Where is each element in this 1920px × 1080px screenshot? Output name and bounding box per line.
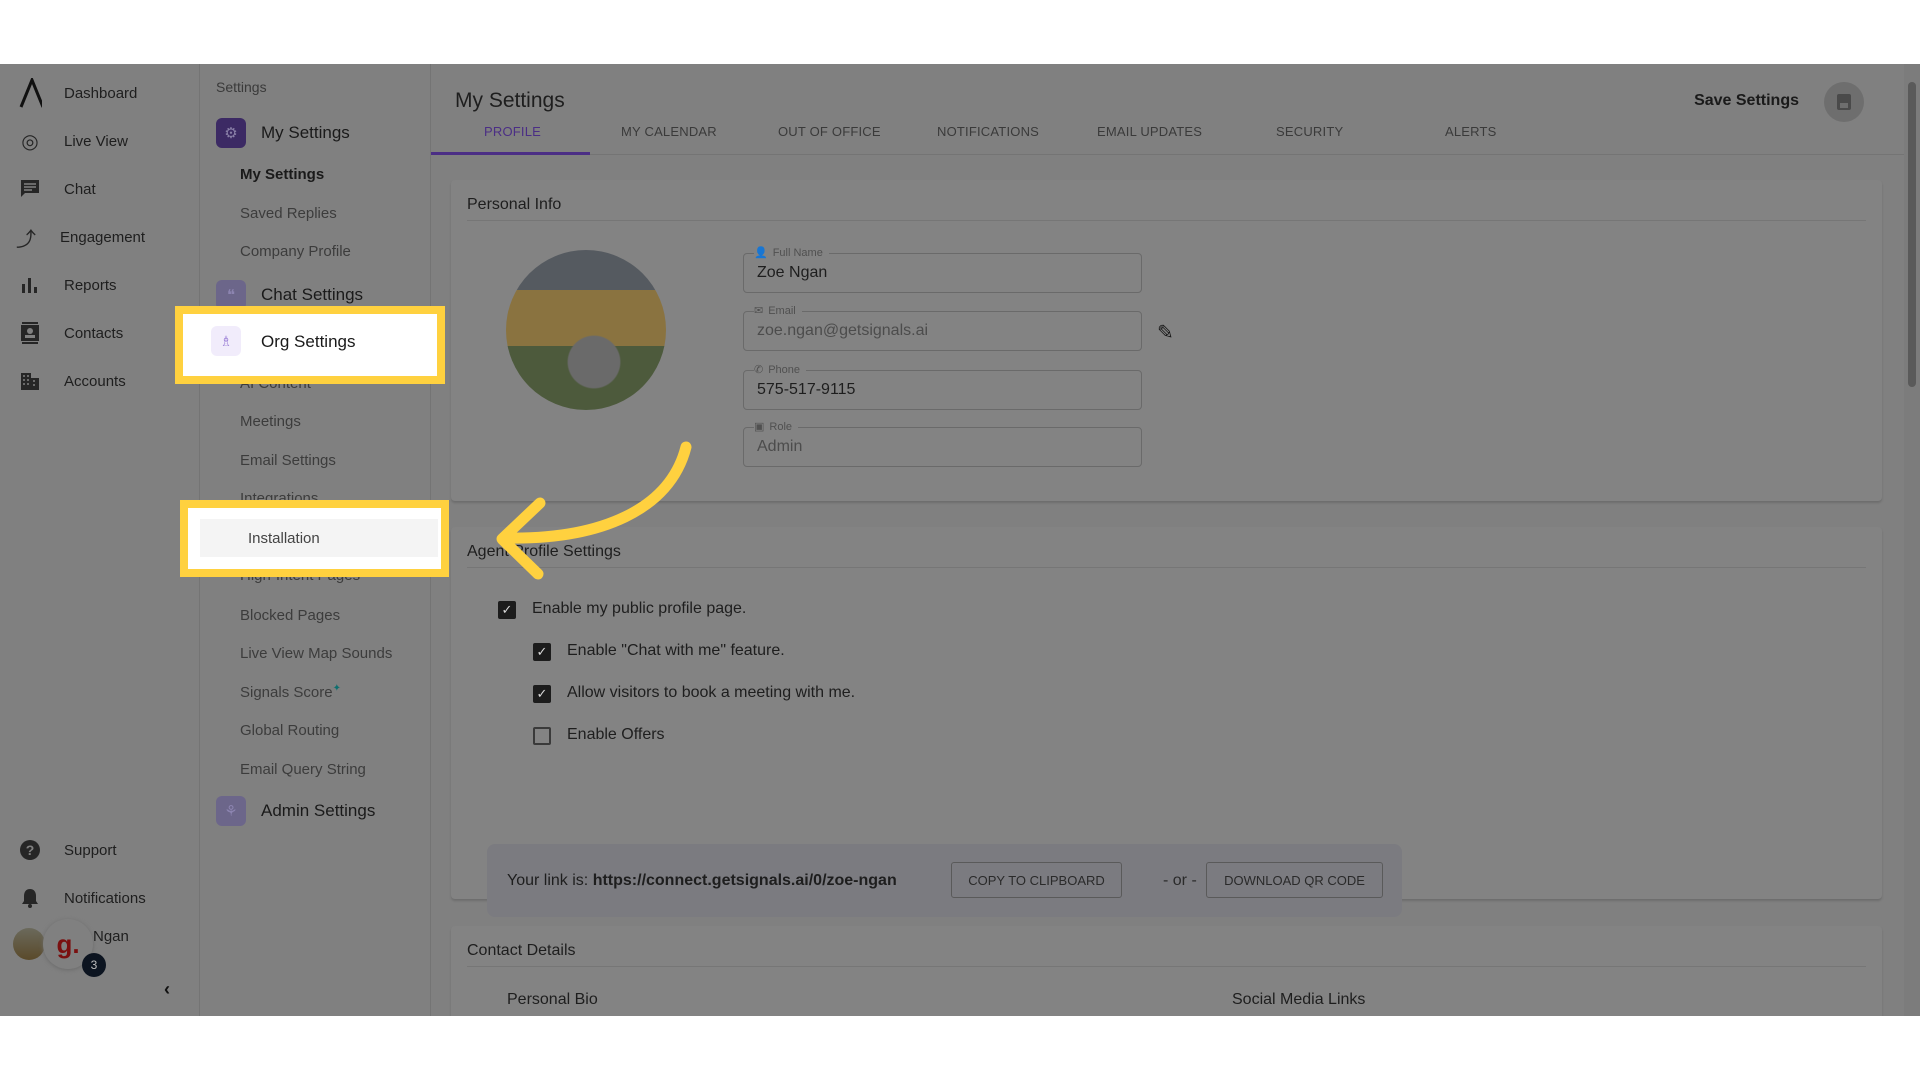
annotation-arrow: [496, 441, 692, 580]
